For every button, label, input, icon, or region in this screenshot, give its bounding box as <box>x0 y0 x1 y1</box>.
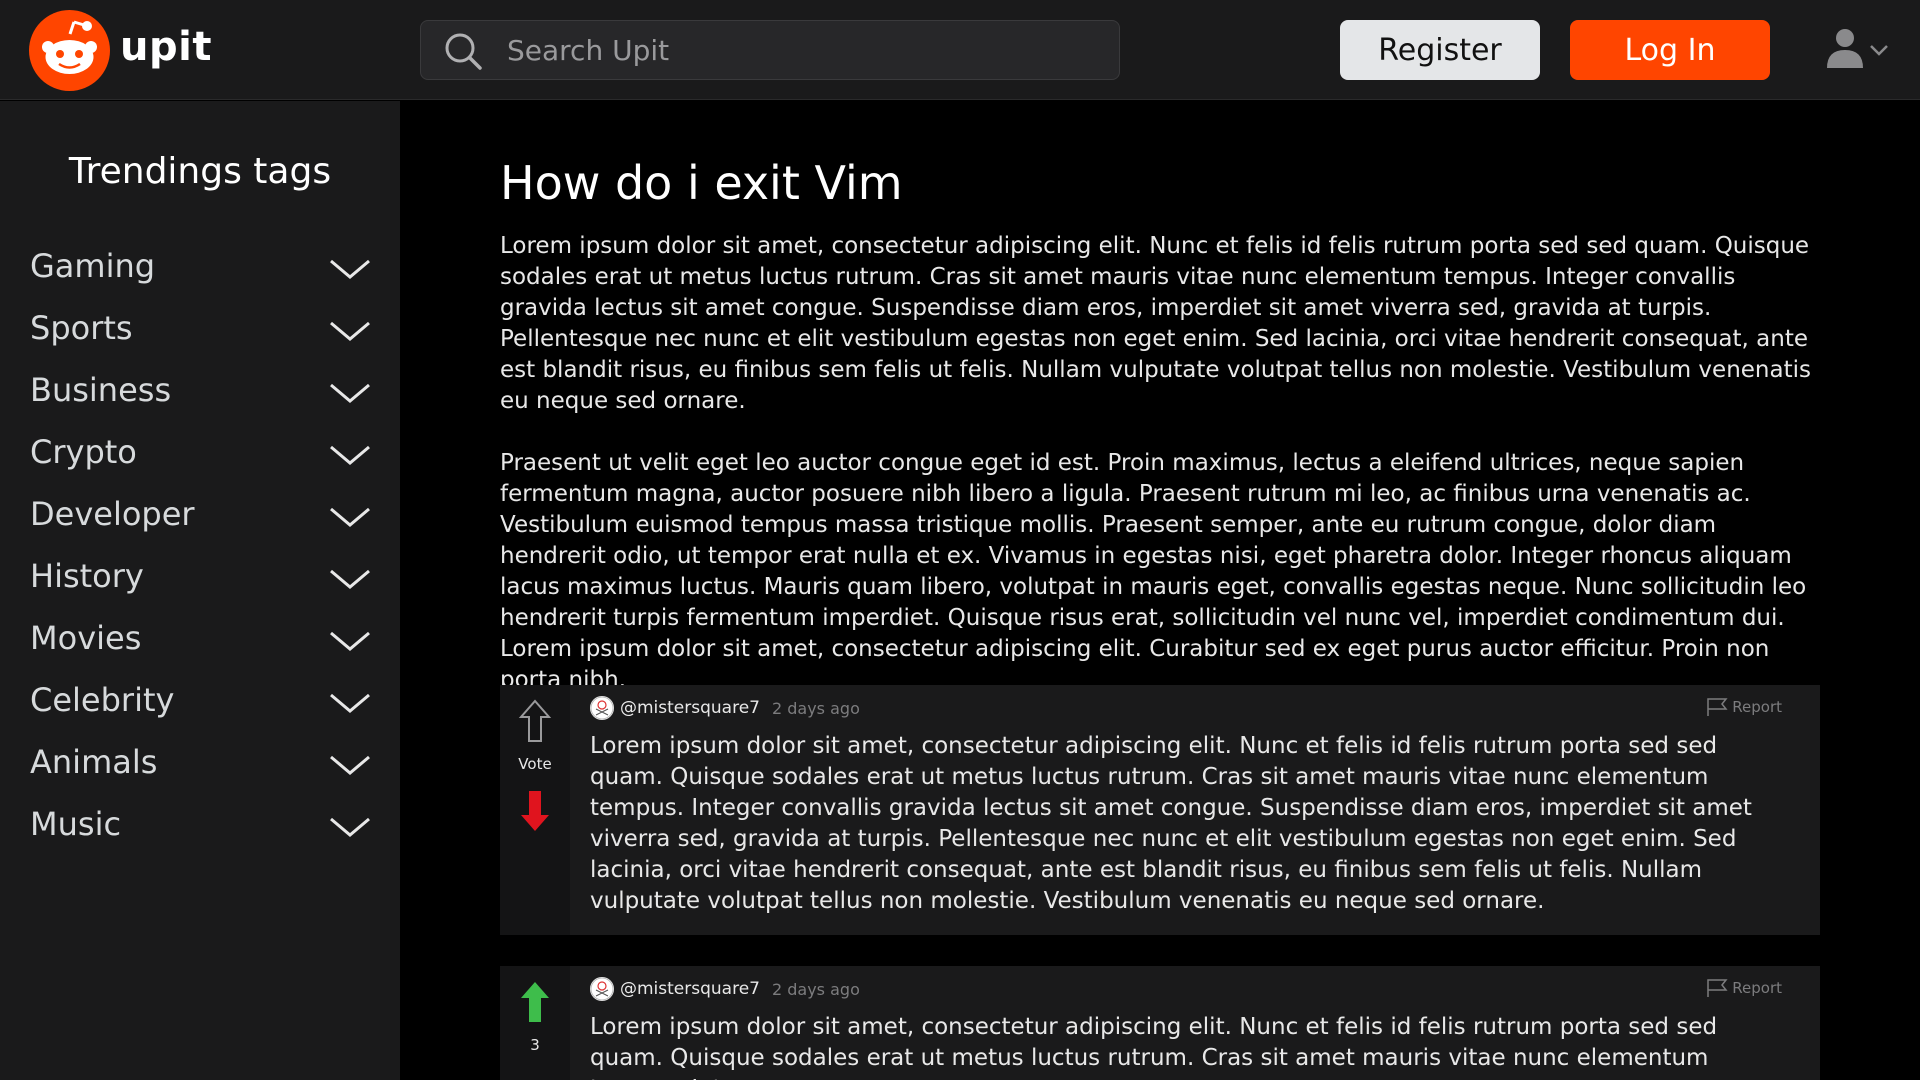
vote-count: 3 <box>530 1036 540 1054</box>
flag-icon <box>1707 979 1728 997</box>
avatar[interactable] <box>590 696 614 720</box>
post-title: How do i exit Vim <box>500 156 903 210</box>
sidebar-item-history[interactable]: History <box>0 549 400 609</box>
comment-author[interactable]: @mistersquare7 <box>620 979 760 999</box>
login-button[interactable]: Log In <box>1570 20 1770 80</box>
sidebar-item-business[interactable]: Business <box>0 363 400 423</box>
chevron-down-icon[interactable] <box>328 503 372 531</box>
post-paragraph: Praesent ut velit eget leo auctor congue… <box>500 450 1807 693</box>
sidebar-item-movies[interactable]: Movies <box>0 611 400 671</box>
chevron-down-icon[interactable] <box>328 813 372 841</box>
chevron-down-icon[interactable] <box>328 317 372 345</box>
sidebar-item-label: Developer <box>30 495 195 533</box>
top-header: upit Register Log In <box>0 0 1920 100</box>
chevron-down-icon[interactable] <box>328 627 372 655</box>
sidebar-item-label: Crypto <box>30 433 137 471</box>
comment-timestamp: 2 days ago <box>771 698 860 718</box>
sidebar-item-crypto[interactable]: Crypto <box>0 425 400 485</box>
sidebar-item-label: Business <box>30 371 172 409</box>
vote-column: 3 <box>500 966 570 1080</box>
brand-name[interactable]: upit <box>120 24 212 70</box>
sidebar-title: Trendings tags <box>68 151 332 192</box>
search-icon <box>445 33 482 70</box>
chevron-down-icon[interactable] <box>328 565 372 593</box>
comment-timestamp: 2 days ago <box>771 979 860 999</box>
sidebar-item-label: Music <box>30 805 122 843</box>
report-label: Report <box>1732 979 1782 997</box>
sidebar-item-label: Movies <box>30 619 142 657</box>
sidebar-item-gaming[interactable]: Gaming <box>0 239 400 299</box>
upvote-arrow-icon[interactable] <box>517 980 553 1024</box>
register-button[interactable]: Register <box>1340 20 1540 80</box>
comment-text: Lorem ipsum dolor sit amet, consectetur … <box>590 1014 1718 1080</box>
flag-icon <box>1707 698 1728 716</box>
sidebar-item-label: History <box>30 557 144 595</box>
search-bar[interactable] <box>420 20 1120 80</box>
chevron-down-icon[interactable] <box>328 255 372 283</box>
user-menu[interactable] <box>1825 26 1905 74</box>
downvote-arrow-icon[interactable] <box>517 789 553 833</box>
sidebar-item-developer[interactable]: Developer <box>0 487 400 547</box>
report-button[interactable]: Report <box>1706 697 1782 717</box>
sidebar-item-sports[interactable]: Sports <box>0 301 400 361</box>
post-body: Lorem ipsum dolor sit amet, consectetur … <box>500 231 1820 727</box>
comment: 3 @mistersquare7 2 days ago Report Lorem… <box>500 966 1820 1080</box>
sidebar-item-label: Sports <box>30 309 133 347</box>
comment-text: Lorem ipsum dolor sit amet, consectetur … <box>590 733 1752 914</box>
sidebar-item-label: Celebrity <box>30 681 175 719</box>
sidebar-item-animals[interactable]: Animals <box>0 735 400 795</box>
chevron-down-icon[interactable] <box>328 751 372 779</box>
sidebar-item-label: Gaming <box>30 247 156 285</box>
comment-author[interactable]: @mistersquare7 <box>620 698 760 718</box>
avatar[interactable] <box>590 977 614 1001</box>
chevron-down-icon[interactable] <box>328 441 372 469</box>
chevron-down-icon[interactable] <box>328 689 372 717</box>
comment-meta: @mistersquare7 2 days ago <box>590 976 860 1002</box>
report-label: Report <box>1732 698 1782 716</box>
comment-meta: @mistersquare7 2 days ago <box>590 695 860 721</box>
vote-column: Vote <box>500 685 570 935</box>
user-icon <box>1827 29 1863 68</box>
upvote-arrow-icon[interactable] <box>517 699 553 743</box>
post-paragraph: Lorem ipsum dolor sit amet, consectetur … <box>500 233 1811 414</box>
sidebar-item-music[interactable]: Music <box>0 797 400 857</box>
sidebar-item-celebrity[interactable]: Celebrity <box>0 673 400 733</box>
report-button[interactable]: Report <box>1706 978 1782 998</box>
comment: Vote @mistersquare7 2 days ago Report Lo… <box>500 685 1820 935</box>
search-input[interactable] <box>507 21 1097 79</box>
sidebar-item-label: Animals <box>30 743 158 781</box>
chevron-down-icon[interactable] <box>328 379 372 407</box>
chevron-down-icon <box>1870 45 1888 56</box>
logo-icon[interactable] <box>29 10 110 91</box>
sidebar: Trendings tags Gaming Sports Business Crypt… <box>0 101 400 1080</box>
vote-count: Vote <box>518 755 552 773</box>
